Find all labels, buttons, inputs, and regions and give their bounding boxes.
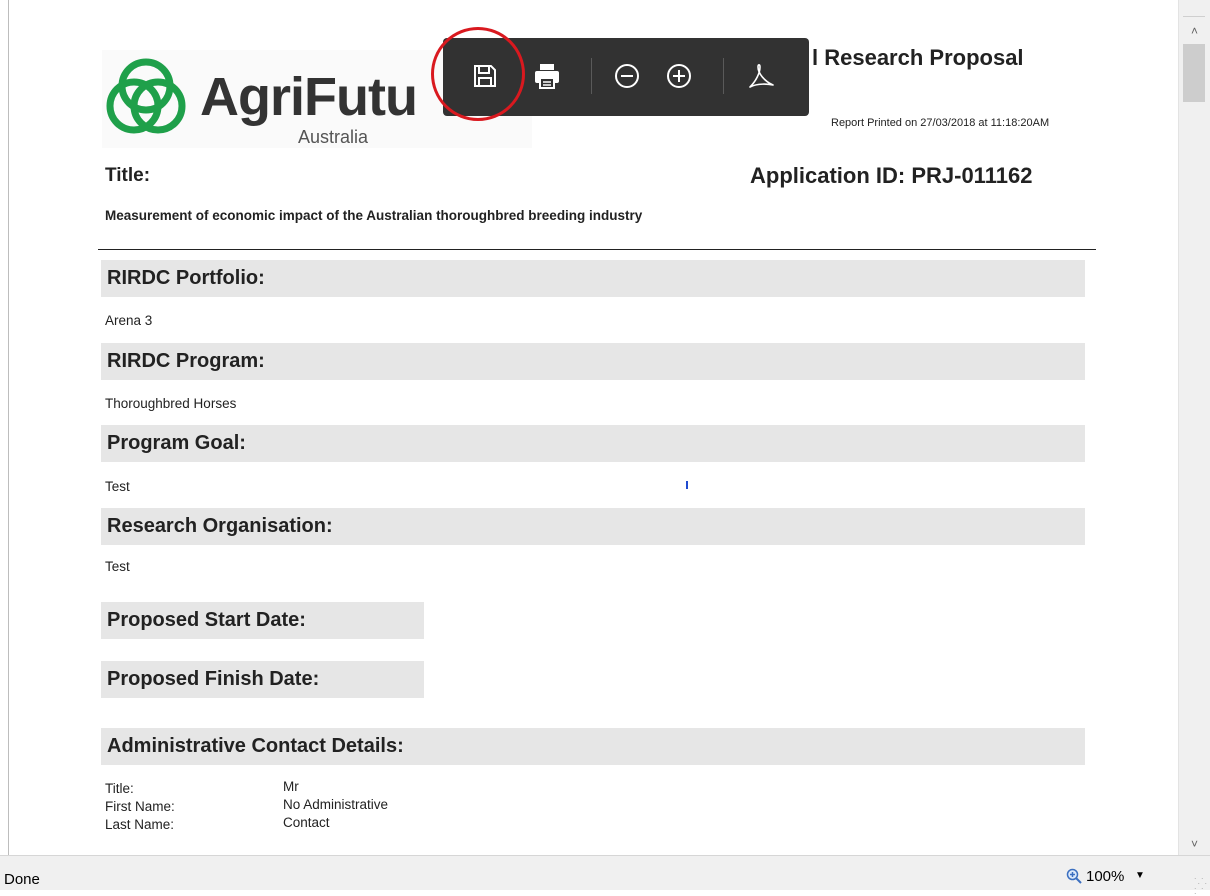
contact-label-last-name: Last Name: [105, 817, 175, 832]
logo-wordmark: AgriFutu [200, 67, 418, 127]
section-value-portfolio: Arena 3 [105, 313, 153, 328]
section-heading-finish-date: Proposed Finish Date: [101, 661, 424, 698]
contact-label-title: Title: [105, 781, 134, 796]
contact-value-last-name: Contact [283, 815, 330, 830]
adobe-pdf-icon [749, 63, 774, 88]
section-value-research-org: Test [105, 559, 130, 574]
report-heading: l Research Proposal [812, 45, 1024, 70]
contact-value-title: Mr [283, 779, 299, 794]
logo-mark-icon [106, 58, 186, 134]
magnifier-icon [1066, 868, 1082, 884]
section-value-program: Thoroughbred Horses [105, 396, 237, 411]
zoom-out-icon [615, 64, 639, 88]
print-icon [535, 64, 559, 89]
title-label: Title: [105, 165, 151, 186]
section-heading-program-goal: Program Goal: [101, 425, 1085, 462]
contact-value-first-name: No Administrative [283, 797, 389, 812]
scrollbar-cap [1183, 0, 1205, 17]
toolbar-separator [723, 58, 724, 94]
resize-grip-icon[interactable]: . . . .. . . [1194, 872, 1208, 896]
document-viewport: AgriFutu Australia l Research Proposal R… [0, 0, 1178, 855]
section-heading-research-org: Research Organisation: [101, 508, 1085, 545]
scroll-down-icon[interactable]: ˅ [1179, 833, 1210, 855]
page-edge [8, 0, 9, 855]
open-pdf-button[interactable] [743, 56, 779, 96]
zoom-in-button[interactable] [661, 56, 697, 96]
section-value-program-goal: Test [105, 479, 130, 494]
toolbar-separator [591, 58, 592, 94]
logo-subtext: Australia [298, 127, 369, 147]
application-id: Application ID: PRJ-011162 [750, 163, 1033, 188]
scrollbar-thumb[interactable] [1183, 44, 1205, 102]
zoom-control[interactable]: 100% [1066, 866, 1124, 886]
zoom-dropdown-icon[interactable]: ▼ [1130, 866, 1150, 886]
text-cursor-mark [686, 481, 688, 489]
contact-label-first-name: First Name: [105, 799, 175, 814]
section-heading-program: RIRDC Program: [101, 343, 1085, 380]
status-text: Done [4, 871, 40, 888]
save-button-highlight [431, 27, 525, 121]
scroll-up-icon[interactable]: ˄ [1179, 20, 1210, 42]
vertical-scrollbar[interactable]: ˄ ˅ [1178, 0, 1210, 855]
zoom-out-button[interactable] [609, 56, 645, 96]
print-button[interactable] [529, 56, 565, 96]
zoom-in-icon [667, 64, 691, 88]
printed-timestamp: Report Printed on 27/03/2018 at 11:18:20… [831, 117, 1050, 129]
section-heading-start-date: Proposed Start Date: [101, 602, 424, 639]
project-title: Measurement of economic impact of the Au… [105, 208, 643, 223]
section-heading-portfolio: RIRDC Portfolio: [101, 260, 1085, 297]
status-bar: Done 100% ▼ . . . .. . . [0, 855, 1210, 896]
section-heading-admin-contact: Administrative Contact Details: [101, 728, 1085, 765]
divider [98, 249, 1096, 250]
zoom-level: 100% [1086, 867, 1125, 885]
